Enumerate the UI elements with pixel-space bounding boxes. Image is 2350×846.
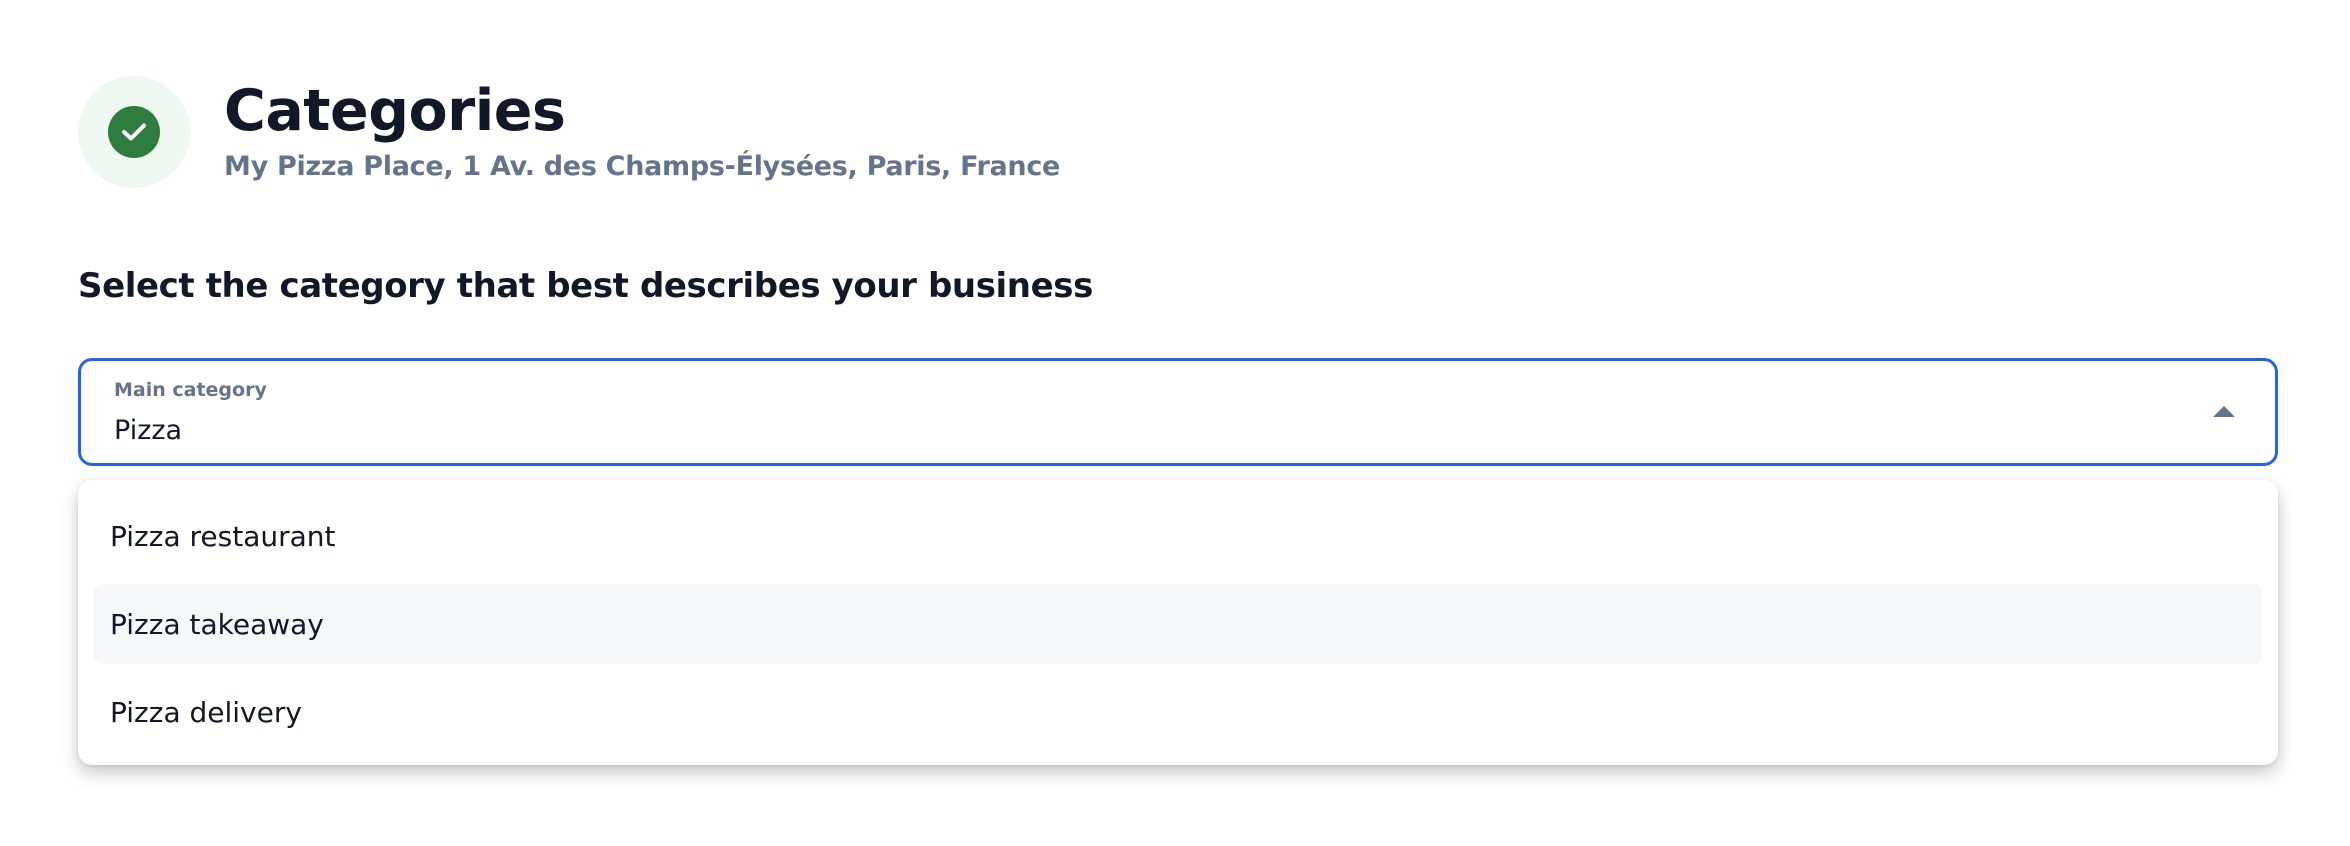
title-block: Categories My Pizza Place, 1 Av. des Cha… — [224, 77, 1061, 182]
main-category-label: Main category — [114, 379, 267, 401]
option-pizza-takeaway[interactable]: Pizza takeaway — [94, 584, 2262, 664]
chevron-up-icon[interactable] — [2213, 406, 2235, 417]
option-pizza-delivery[interactable]: Pizza delivery — [94, 672, 2262, 752]
business-address: My Pizza Place, 1 Av. des Champs-Élysées… — [224, 150, 1061, 182]
section-heading: Select the category that best describes … — [78, 266, 1093, 306]
option-pizza-restaurant[interactable]: Pizza restaurant — [94, 496, 2262, 576]
checkmark-icon — [122, 123, 146, 141]
main-category-select[interactable]: Main category Pizza — [78, 358, 2278, 466]
page-header: Categories My Pizza Place, 1 Av. des Cha… — [78, 76, 1060, 188]
category-dropdown-menu: Pizza restaurant Pizza takeaway Pizza de… — [78, 480, 2278, 765]
main-category-value[interactable]: Pizza — [114, 415, 182, 446]
status-badge — [78, 76, 190, 188]
page-title: Categories — [224, 77, 566, 144]
check-circle-icon — [108, 106, 160, 158]
categories-page: Categories My Pizza Place, 1 Av. des Cha… — [0, 0, 2350, 846]
